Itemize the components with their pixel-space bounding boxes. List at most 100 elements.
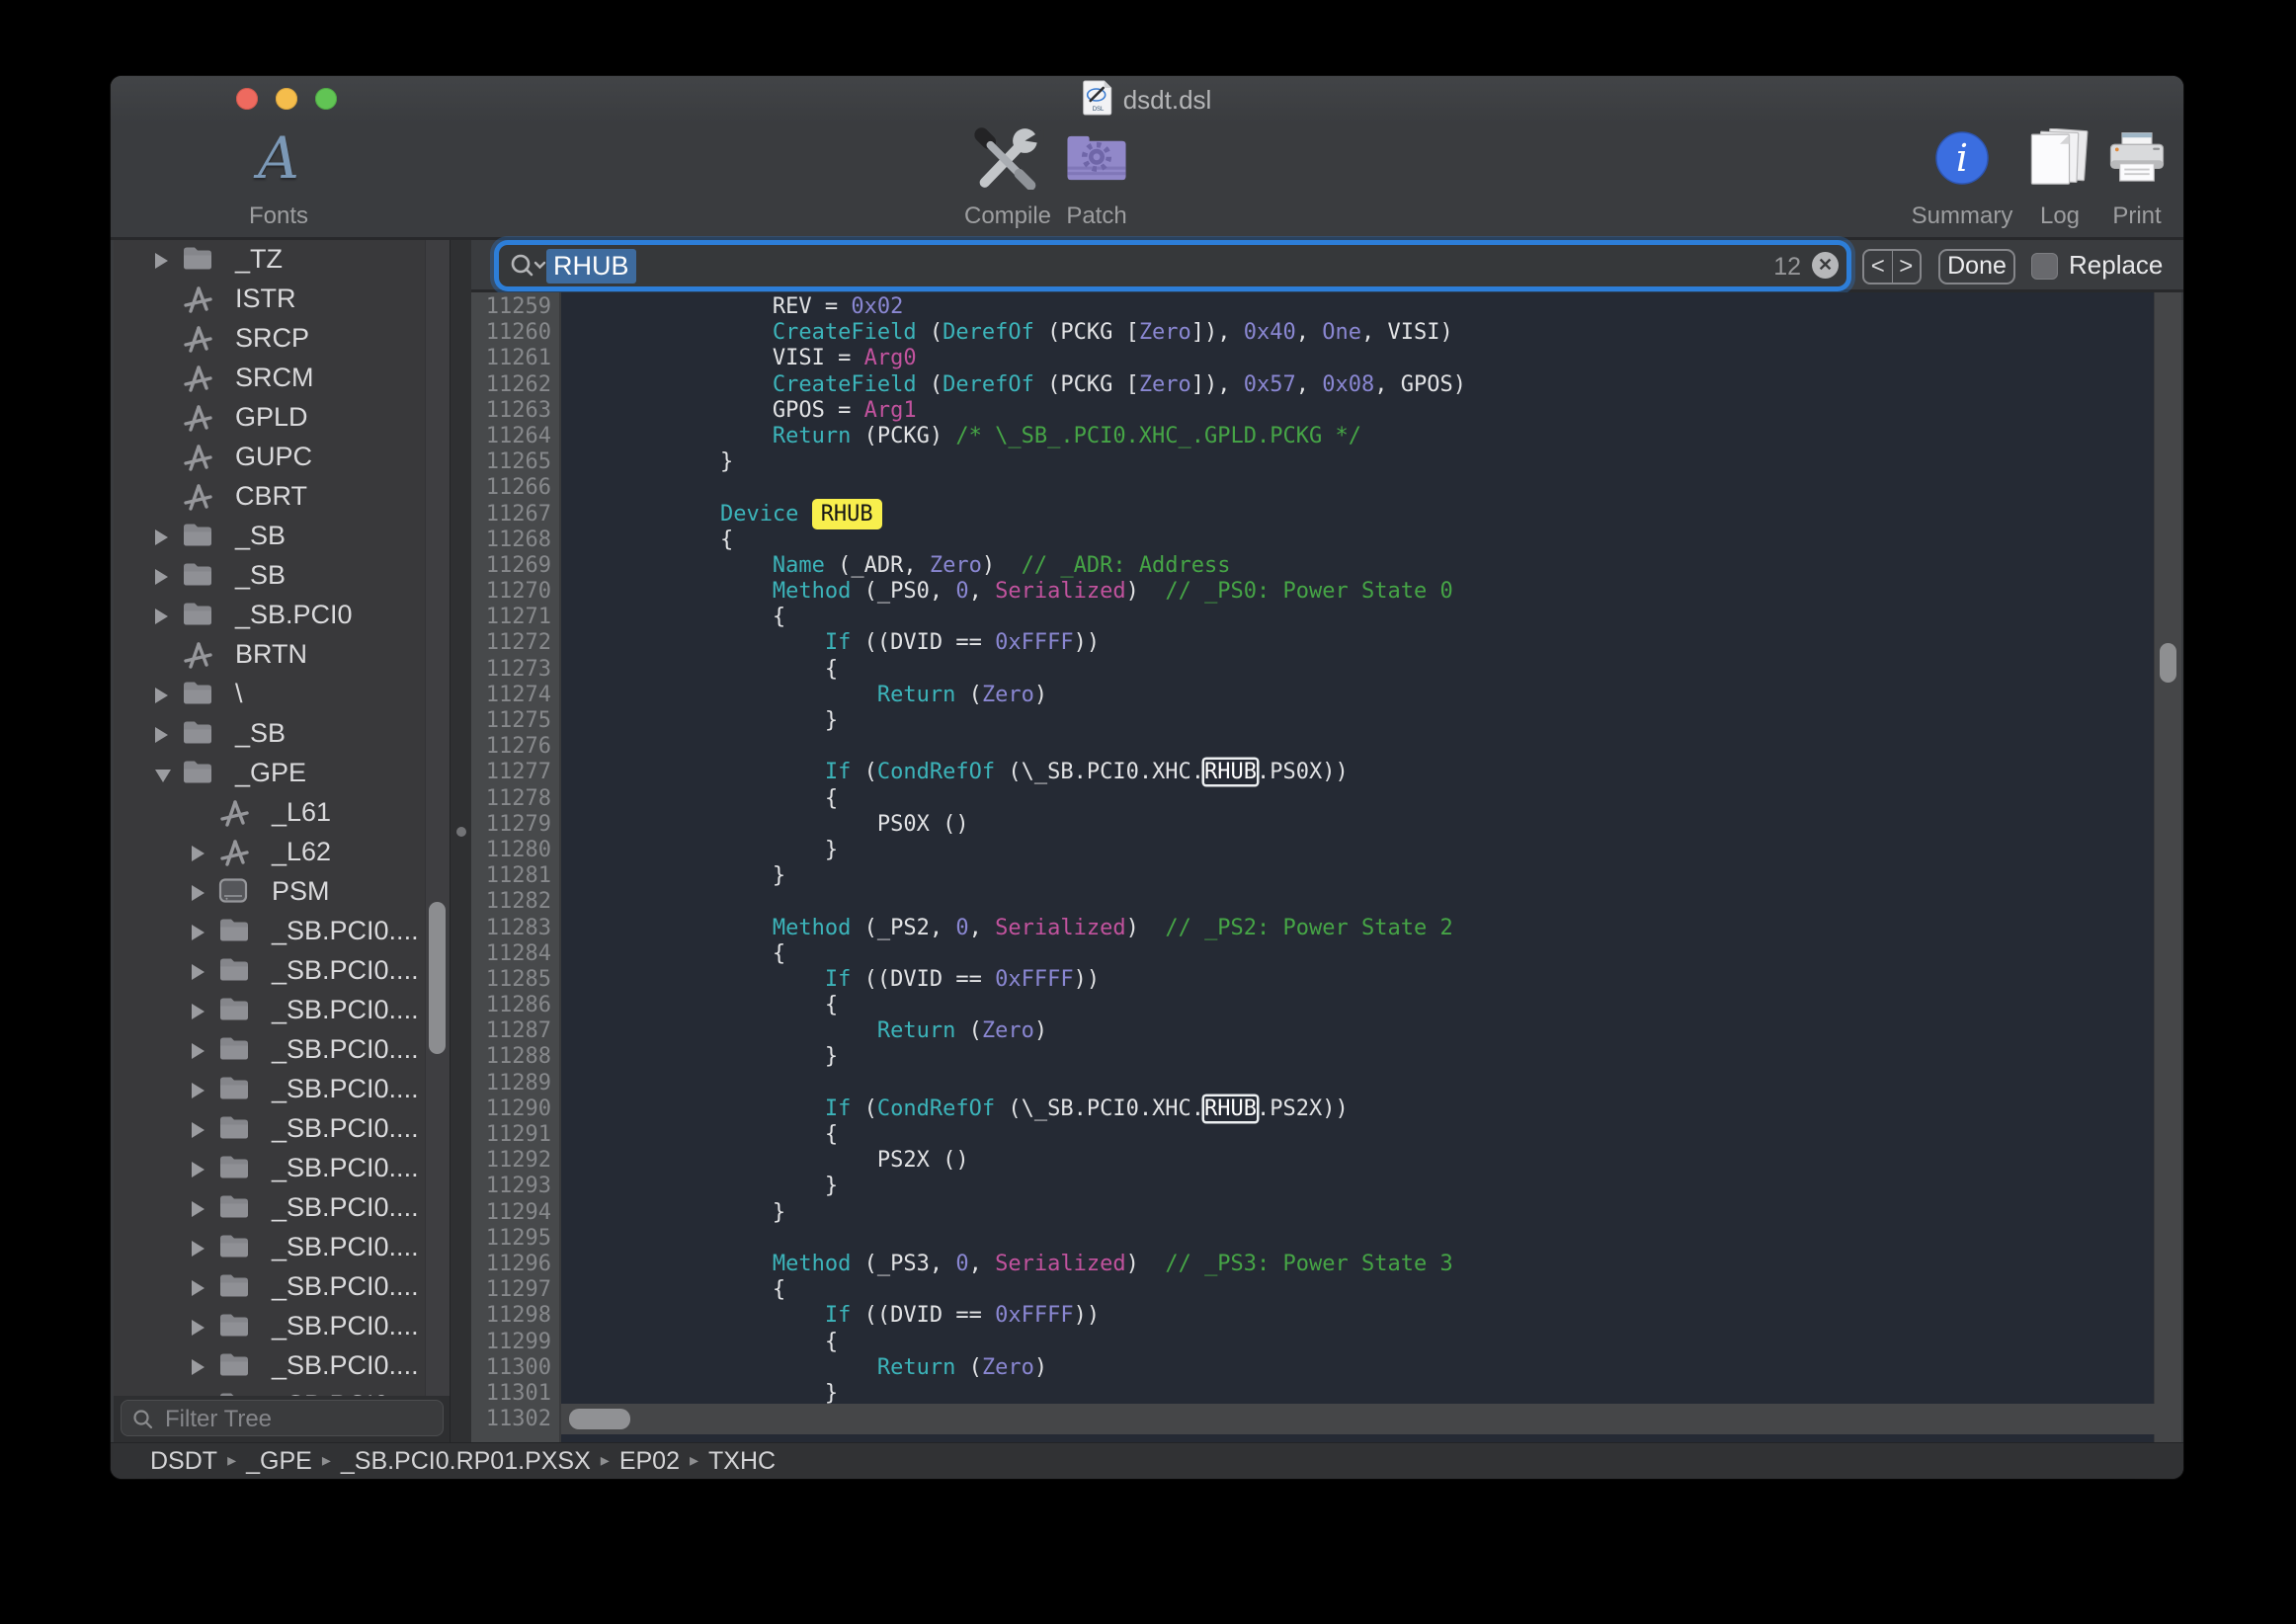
title-bar[interactable]: DSL dsdt.dsl [111,76,2183,123]
replace-checkbox[interactable] [2031,253,2058,280]
clear-search-button[interactable]: ✕ [1812,252,1839,279]
sidebar-item-gpld[interactable]: GPLD [114,398,450,438]
done-button[interactable]: Done [1938,249,2015,284]
line-number: 11277 [471,760,559,785]
sidebar-item-sb-pci0[interactable]: _SB.PCI0.... [114,1149,450,1188]
sidebar-item-sb-pci0[interactable]: _SB.PCI0.... [114,991,450,1030]
info-icon: i [1908,125,2016,191]
sidebar-item-label: _L61 [272,797,331,828]
disclosure-triangle-icon[interactable] [155,688,168,703]
print-button[interactable]: Print [2083,123,2191,234]
editor-horizontal-scrollbar[interactable] [561,1404,2180,1434]
disclosure-triangle-icon[interactable] [192,925,205,940]
disclosure-triangle-icon[interactable] [192,885,205,901]
disclosure-triangle-icon[interactable] [155,529,168,545]
disclosure-triangle-icon[interactable] [192,1241,205,1257]
sidebar-item-sb[interactable]: _SB [114,556,450,596]
disclosure-triangle-icon[interactable] [155,770,171,782]
zoom-button[interactable] [315,88,337,110]
disclosure-triangle-icon[interactable] [155,253,168,269]
disclosure-triangle-icon[interactable] [192,1201,205,1217]
sidebar-item-sb-pci0[interactable]: _SB.PCI0.... [114,1070,450,1109]
sidebar-item-sb-pci0[interactable]: _SB.PCI0.... [114,1109,450,1149]
sidebar-item-sb[interactable]: _SB [114,714,450,754]
disclosure-triangle-icon[interactable] [155,569,168,585]
line-number: 11265 [471,449,559,475]
disclosure-triangle-icon[interactable] [155,727,168,743]
breadcrumb-item[interactable]: DSDT [150,1447,217,1476]
sidebar-item-sb-pci0[interactable]: _SB.PCI0.... [114,1386,450,1396]
sidebar-item-sb-pci0[interactable]: _SB.PCI0 [114,596,450,635]
breadcrumb-item[interactable]: _GPE [246,1447,312,1476]
sidebar-item-sb-pci0[interactable]: _SB.PCI0.... [114,1228,450,1267]
method-icon [182,640,213,670]
method-icon [182,284,213,314]
breadcrumb-item[interactable]: EP02 [619,1447,680,1476]
disclosure-triangle-icon[interactable] [192,1004,205,1019]
code-line [563,1226,2154,1252]
fonts-icon: A [224,125,333,191]
folder-icon [218,917,250,946]
sidebar-item-sb-pci0[interactable]: _SB.PCI0.... [114,912,450,951]
sidebar-item-gupc[interactable]: GUPC [114,438,450,477]
sidebar-scrollbar[interactable] [425,240,451,1396]
breadcrumb-item[interactable]: TXHC [708,1447,776,1476]
sidebar-item-sb-pci0[interactable]: _SB.PCI0.... [114,1346,450,1386]
disclosure-triangle-icon[interactable] [192,1043,205,1059]
disclosure-triangle-icon[interactable] [192,1280,205,1296]
disclosure-triangle-icon[interactable] [192,1122,205,1138]
sidebar-item-psm[interactable]: PSM [114,872,450,912]
sidebar-item-l62[interactable]: _L62 [114,833,450,872]
sidebar-item-gpe[interactable]: _GPE [114,754,450,793]
sidebar-scrollbar-thumb[interactable] [429,902,446,1054]
sidebar-item-l61[interactable]: _L61 [114,793,450,833]
code-line: Return (Zero) [563,1355,2154,1381]
folder-icon [218,1233,250,1262]
code-line: Name (_ADR, Zero) // _ADR: Address [563,553,2154,579]
code-line: CreateField (DerefOf (PCKG [Zero]), 0x57… [563,372,2154,398]
minimize-button[interactable] [276,88,297,110]
filter-bar: Filter Tree [114,1396,450,1442]
disclosure-triangle-icon[interactable] [192,1083,205,1098]
split-divider[interactable] [450,240,473,1442]
sidebar-item-srcm[interactable]: SRCM [114,359,450,398]
close-button[interactable] [236,88,258,110]
disclosure-triangle-icon[interactable] [155,609,168,624]
method-icon [218,798,250,828]
sidebar-item-brtn[interactable]: BRTN [114,635,450,675]
sidebar-item-sb[interactable]: _SB [114,517,450,556]
editor-horizontal-scrollbar-thumb[interactable] [569,1409,630,1429]
editor-vertical-scrollbar-thumb[interactable] [2160,643,2176,683]
line-number: 11262 [471,372,559,398]
disclosure-triangle-icon[interactable] [192,1320,205,1336]
code-line: PS2X () [563,1148,2154,1174]
find-next-button[interactable]: > [1893,251,1921,283]
find-previous-button[interactable]: < [1864,251,1893,283]
sidebar-item-istr[interactable]: ISTR [114,280,450,319]
acpi-tree-sidebar[interactable]: _TZISTRSRCPSRCMGPLDGUPCCBRT_SB_SB_SB.PCI… [114,240,450,1396]
sidebar-item-cbrt[interactable]: CBRT [114,477,450,517]
sidebar-item-sb-pci0[interactable]: _SB.PCI0.... [114,1030,450,1070]
line-number: 11295 [471,1226,559,1252]
sidebar-item-sb-pci0[interactable]: _SB.PCI0.... [114,951,450,991]
sidebar-item-tz[interactable]: _TZ [114,240,450,280]
sidebar-item-sb-pci0[interactable]: _SB.PCI0.... [114,1188,450,1228]
disclosure-triangle-icon[interactable] [192,846,205,861]
sidebar-item-sb-pci0[interactable]: _SB.PCI0.... [114,1267,450,1307]
disclosure-triangle-icon[interactable] [192,1359,205,1375]
code-line: Method (_PS3, 0, Serialized) // _PS3: Po… [563,1252,2154,1277]
filter-tree-input[interactable]: Filter Tree [121,1400,444,1436]
breadcrumb-item[interactable]: _SB.PCI0.RP01.PXSX [341,1447,591,1476]
disclosure-triangle-icon[interactable] [192,1162,205,1177]
search-field[interactable]: RHUB 12 ✕ [499,245,1846,286]
disclosure-triangle-icon[interactable] [192,964,205,980]
code-editor[interactable]: REV = 0x02 CreateField (DerefOf (PCKG [Z… [561,292,2154,1442]
editor-vertical-scrollbar[interactable] [2154,292,2181,1442]
sidebar-item-label: _SB.PCI0.... [272,1311,419,1341]
sidebar-item-root[interactable]: \ [114,675,450,714]
sidebar-item-sb-pci0[interactable]: _SB.PCI0.... [114,1307,450,1346]
fonts-button[interactable]: A Fonts [224,123,333,234]
line-number: 11300 [471,1355,559,1381]
sidebar-item-srcp[interactable]: SRCP [114,319,450,359]
patch-button[interactable]: Patch [1042,123,1151,234]
